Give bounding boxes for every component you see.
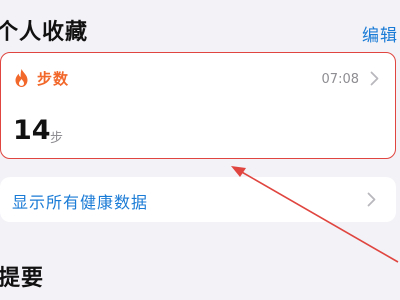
show-all-health-data-row[interactable]: 显示所有健康数据 — [0, 177, 396, 222]
metric-unit: 步 — [50, 131, 64, 146]
steps-card[interactable]: 步数 07:08 14 步 — [0, 52, 396, 159]
metric-name: 步数 — [37, 70, 70, 88]
health-screen: 个人收藏 编辑 步数 07:08 14 步 显示所有健康数据 提要 — [0, 0, 400, 300]
show-all-label: 显示所有健康数据 — [12, 193, 149, 212]
flame-icon — [15, 69, 28, 87]
metric-value: 14 — [13, 115, 51, 146]
card-time: 07:08 — [321, 72, 359, 87]
chevron-right-icon — [370, 71, 379, 86]
summary-title: 提要 — [0, 266, 45, 291]
chevron-right-icon — [367, 192, 376, 207]
edit-button[interactable]: 编辑 — [362, 21, 398, 46]
favorites-title: 个人收藏 — [0, 20, 89, 45]
